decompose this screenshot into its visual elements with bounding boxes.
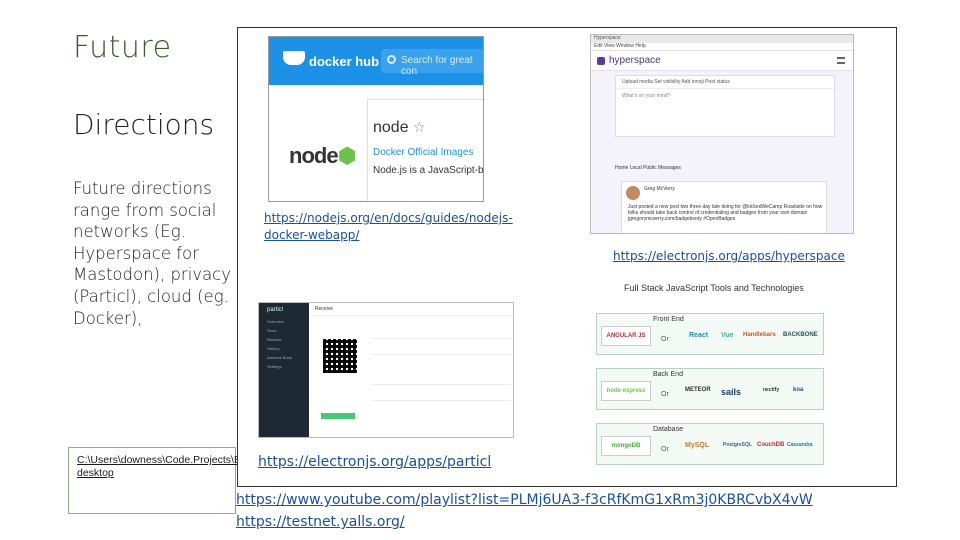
docker-repo-name: node: [373, 119, 409, 136]
particl-sidebar-item: Receive: [267, 337, 282, 342]
particl-sidebar: particl Overview Send Receive History Ad…: [259, 303, 309, 437]
hyperspace-window-title: Hyperspace: [591, 35, 853, 43]
avatar: [626, 186, 640, 200]
local-path-box: C:\Users\downess\Code.Projects\Electron.…: [68, 447, 337, 514]
tech-item: Cassandra: [787, 442, 813, 448]
hyperspace-header: hyperspace: [591, 51, 853, 71]
particl-sidebar-item: Send: [267, 328, 277, 333]
tech-item: METEOR: [685, 387, 711, 393]
hyperspace-compose-box: Upload media Set visibility Add emoji Po…: [615, 75, 835, 137]
particl-main: Receive: [311, 303, 513, 437]
particl-brand: particl: [267, 307, 284, 313]
tech-item: nectify: [763, 387, 780, 393]
tech-item: MySQL: [685, 442, 710, 449]
docker-header: docker hub Search for great con: [269, 37, 483, 85]
tech-stack-or: Or: [661, 391, 669, 398]
docker-official-badge: Docker Official Images: [373, 147, 474, 158]
hyperspace-post-text: Just posted a new post two three day lat…: [628, 204, 823, 222]
tech-stack-first: ANGULAR JS: [601, 326, 651, 346]
tech-stack-label: Back End: [653, 371, 683, 378]
slide-body-text: Future directions range from social netw…: [73, 179, 232, 328]
nodejs-hex-icon: ⬢: [337, 143, 357, 168]
tech-stack-or: Or: [661, 446, 669, 453]
hyperspace-link[interactable]: https://electronjs.org/apps/hyperspace: [613, 249, 845, 263]
tech-item: Handlebars: [743, 332, 776, 338]
tech-item: sails: [721, 387, 742, 397]
hyperspace-post-author: Greg McVerry: [644, 186, 675, 192]
hyperspace-menu-bar: Edit View Window Help: [591, 43, 853, 51]
tech-stack-or: Or: [661, 336, 669, 343]
tech-item: CouchDB: [757, 442, 785, 448]
youtube-playlist-link[interactable]: https://www.youtube.com/playlist?list=PL…: [236, 492, 813, 508]
menu-icon: [837, 57, 845, 64]
particl-row: [371, 331, 511, 339]
particl-row: [371, 347, 511, 355]
hyperspace-post: Greg McVerry Just posted a new post two …: [621, 181, 827, 233]
tech-item: PostgreSQL: [723, 442, 752, 448]
particl-sidebar-item: Settings: [267, 364, 282, 369]
tech-item: Vue: [721, 332, 734, 339]
tech-stack-label: Database: [653, 426, 683, 433]
slide-subtitle: Directions: [73, 108, 215, 141]
particl-green-button: [321, 413, 355, 419]
particl-sidebar-item: Overview: [267, 319, 284, 324]
hyperspace-logo-icon: [597, 57, 605, 65]
docker-repo-title: node ☆: [373, 119, 426, 137]
docker-search-input: Search for great con: [381, 49, 483, 77]
hyperspace-compose-prompt: What's on your mind?: [622, 93, 671, 99]
tech-stack-title: Full Stack JavaScript Tools and Technolo…: [624, 283, 804, 293]
testnet-link[interactable]: https://testnet.yalls.org/: [236, 514, 405, 530]
tech-stack-first: mongoDB: [601, 436, 651, 456]
particl-sidebar-item: Address Book: [267, 355, 292, 360]
particl-link[interactable]: https://electronjs.org/apps/particl: [258, 454, 491, 470]
hyperspace-compose-toolbar: Upload media Set visibility Add emoji Po…: [616, 76, 834, 89]
particl-header: Receive: [311, 303, 513, 316]
tech-stack-label: Front End: [653, 316, 684, 323]
search-icon: [387, 55, 396, 64]
hyperspace-screenshot: Hyperspace Edit View Window Help hypersp…: [590, 34, 854, 234]
docker-hub-screenshot: docker hub Search for great con node⬢ no…: [268, 36, 484, 202]
docker-brand: docker hub: [309, 54, 380, 69]
particl-sidebar-item: History: [267, 346, 280, 351]
tech-stack-front-end: Front End ANGULAR JS Or React Vue Handle…: [596, 313, 824, 355]
docker-whale-icon: [283, 51, 305, 65]
tech-item: koa: [793, 387, 804, 393]
hyperspace-tabs: Home Local Public Messages: [615, 165, 681, 171]
tech-stack-database: Database mongoDB Or MySQL PostgreSQL Cou…: [596, 423, 824, 465]
tech-item: React: [689, 332, 709, 339]
particl-row: [371, 377, 511, 385]
nodejs-logo-text: node: [289, 143, 339, 168]
star-icon: ☆: [413, 119, 426, 135]
tech-item: BACKBONE: [783, 332, 818, 338]
hyperspace-brand: hyperspace: [609, 55, 661, 66]
qr-code-icon: [323, 339, 357, 373]
tech-stack-back-end: Back End node express Or METEOR sails ne…: [596, 368, 824, 410]
nodejs-logo: node⬢: [289, 143, 357, 169]
slide-title: Future: [73, 30, 172, 65]
nodejs-guide-link[interactable]: https://nodejs.org/en/docs/guides/nodejs…: [264, 210, 513, 244]
tech-stack-first: node express: [601, 381, 651, 401]
docker-search-placeholder: Search for great con: [401, 55, 473, 77]
docker-repo-description: Node.js is a JavaScript-base: [373, 165, 484, 176]
particl-screenshot: particl Overview Send Receive History Ad…: [258, 302, 514, 438]
particl-row: [371, 393, 511, 401]
